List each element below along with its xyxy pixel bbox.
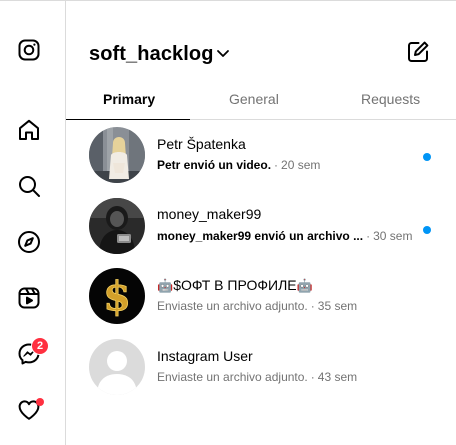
avatar: $ (89, 268, 145, 324)
message-preview: money_maker99 envió un archivo ... (157, 229, 364, 243)
inbox-tabs: Primary General Requests (66, 80, 456, 120)
separator-dot: · (274, 158, 279, 172)
conversation-name: 🤖$ОФТ В ПРОФИЛЕ🤖 (157, 277, 313, 294)
home-icon[interactable] (17, 118, 41, 142)
message-time: 30 sem (373, 229, 413, 243)
message-time: 43 sem (317, 370, 358, 384)
robot-emoji-icon: 🤖 (296, 279, 313, 294)
conversation-item[interactable]: money_maker99 money_maker99 envió un arc… (66, 192, 456, 264)
avatar (89, 198, 145, 254)
active-tab-indicator (66, 119, 190, 120)
chevron-down-icon[interactable] (216, 46, 230, 60)
conversation-preview-line: Petr envió un video. · 20 sem (157, 158, 320, 172)
search-icon[interactable] (17, 174, 41, 198)
tab-primary[interactable]: Primary (103, 91, 155, 107)
conversation-preview-line: Enviaste un archivo adjunto. · 35 sem (157, 299, 357, 313)
separator-dot: · (366, 229, 371, 243)
conversation-name-text: $ОФТ В ПРОФИЛЕ (173, 277, 297, 293)
unread-indicator (423, 226, 431, 234)
message-preview: Enviaste un archivo adjunto. (157, 370, 308, 384)
conversation-item[interactable]: Instagram User Enviaste un archivo adjun… (66, 333, 456, 405)
conversation-name: Instagram User (157, 348, 253, 364)
dollar-sign-icon: $ (89, 268, 145, 324)
avatar (89, 127, 145, 183)
svg-text:$: $ (103, 273, 131, 320)
instagram-logo-icon[interactable] (17, 38, 41, 62)
message-time: 20 sem (281, 158, 321, 172)
default-user-icon (89, 339, 145, 395)
tab-general[interactable]: General (229, 91, 279, 107)
conversation-name: Petr Špatenka (157, 136, 246, 152)
message-time: 35 sem (317, 299, 358, 313)
unread-indicator (423, 153, 431, 161)
notification-dot (36, 398, 44, 406)
message-preview: Enviaste un archivo adjunto. (157, 299, 308, 313)
conversation-item[interactable]: Petr Špatenka Petr envió un video. · 20 se… (66, 121, 456, 193)
separator-dot: · (310, 370, 315, 384)
messages-unread-badge: 2 (31, 337, 49, 355)
avatar (89, 339, 145, 395)
message-preview: Petr envió un video. (157, 158, 272, 172)
reels-icon[interactable] (17, 286, 41, 310)
new-message-icon[interactable] (406, 40, 430, 64)
conversation-name: money_maker99 (157, 206, 262, 222)
conversation-preview-line: money_maker99 envió un archivo ... · 30 se… (157, 229, 412, 243)
separator-dot: · (310, 299, 315, 313)
tab-requests[interactable]: Requests (361, 91, 420, 107)
robot-emoji-icon: 🤖 (157, 279, 174, 294)
left-navigation-rail: 2 (0, 0, 66, 445)
conversation-item[interactable]: $ 🤖$ОФТ В ПРОФИЛЕ🤖 Enviaste un archivo a… (66, 262, 456, 334)
conversation-preview-line: Enviaste un archivo adjunto. · 43 sem (157, 370, 357, 384)
account-switcher[interactable]: soft_hacklog (89, 43, 214, 66)
explore-compass-icon[interactable] (17, 230, 41, 254)
inbox-header: soft_hacklog (66, 0, 456, 88)
